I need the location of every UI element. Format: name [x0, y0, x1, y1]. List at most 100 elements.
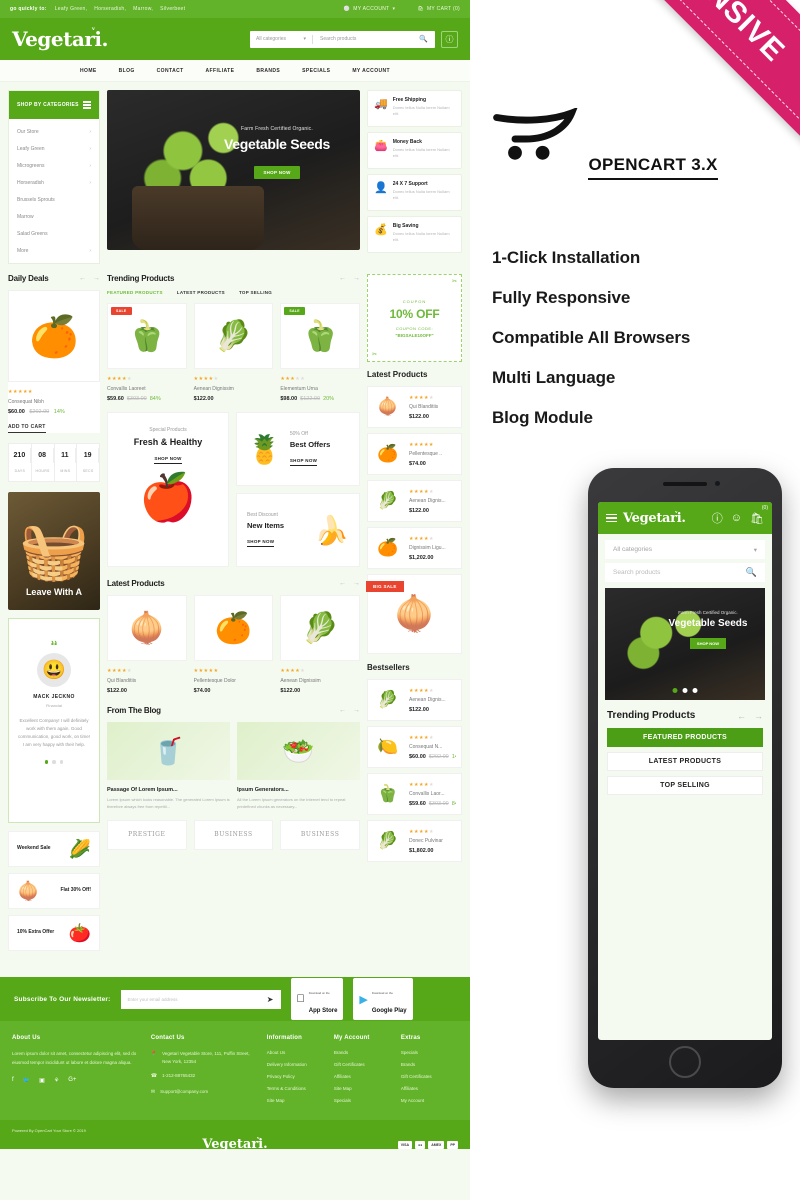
product-card[interactable]: 🧅 ★★★★★ Qui Blanditiis $122.00 [107, 595, 187, 694]
site-logo[interactable]: Vegetari. ᵥ [12, 22, 108, 51]
leave-with-smile-banner[interactable]: 🧺 Leave With A [8, 492, 100, 610]
search-icon[interactable]: 🔍 [746, 567, 757, 578]
list-item[interactable]: 🥬 ★★★★★ Aenean Dignis... $122.00 [367, 679, 462, 721]
my-cart-button[interactable]: 🛍 MY CART (0) [417, 6, 460, 12]
footer-link[interactable]: Gift Certificates [334, 1062, 391, 1067]
mobile-search-input[interactable]: Search products 🔍 [605, 563, 765, 582]
footer-link[interactable]: Brands [334, 1050, 391, 1055]
next-arrow-icon[interactable]: → [93, 275, 100, 282]
pinterest-icon[interactable]: ⚘ [54, 1077, 59, 1084]
google-play-badge[interactable]: ▶ Download on the Google Play [353, 978, 413, 1020]
product-card[interactable]: 🍊 ★★★★★ Pellentesque Dolor $74.00 [193, 595, 274, 694]
nav-item-brands[interactable]: BRANDS [256, 68, 280, 74]
user-icon[interactable]: ☺ [731, 512, 742, 524]
tab-latest-products[interactable]: LATEST PRODUCTS [177, 290, 225, 295]
dot[interactable] [682, 688, 688, 693]
mobile-hero-banner[interactable]: Farm Fresh Certified Organic. Vegetable … [605, 588, 765, 700]
footer-link[interactable]: Affiliates [401, 1086, 458, 1091]
brand-logo[interactable]: PRESTIGE [107, 819, 187, 850]
hero-shop-now-button[interactable]: SHOP NOW [254, 166, 300, 179]
tab-top-selling[interactable]: TOP SELLING [239, 290, 272, 295]
app-store-badge[interactable]:  Download on the App Store [290, 978, 344, 1020]
product-name[interactable]: Consequat N... [409, 744, 456, 750]
nav-item-home[interactable]: HOME [80, 68, 97, 74]
quick-link-horseradish[interactable]: Horseradish, [94, 6, 126, 12]
promo-weekend-sale[interactable]: Weekend Sale 🌽 [8, 831, 100, 867]
prev-arrow-icon[interactable]: ← [79, 275, 86, 282]
prev-arrow-icon[interactable]: ← [737, 711, 746, 721]
footer-link[interactable]: Site Map [267, 1098, 324, 1103]
category-select[interactable]: All categories ▾ [250, 36, 312, 42]
blog-post[interactable]: 🥤 Passage Of Lorem Ipsum... Lorem Ipsum … [107, 722, 230, 811]
product-card[interactable]: SALE 🫑 ★★★★★ Convallis Laoreet $59.60 $30… [107, 303, 187, 402]
coupon-card[interactable]: ✂ COUPON 10% OFF COUPON CODE: "BIGSALE10… [367, 274, 462, 362]
search-icon[interactable]: 🔍 [419, 35, 435, 43]
product-name[interactable]: Consequat Nibh [8, 399, 100, 405]
list-item[interactable]: 🥬 ★★★★★ Aenean Dignis... $122.00 [367, 480, 462, 522]
sidebar-item-marrow[interactable]: Marrow [9, 208, 99, 225]
product-name[interactable]: Aenean Dignissim [194, 386, 274, 392]
product-name[interactable]: Pellentesque Dolor [194, 678, 274, 684]
sidebar-item-microgreens[interactable]: Microgreens › [9, 157, 99, 174]
blog-title[interactable]: Ipsum Generators... [237, 787, 360, 793]
product-name[interactable]: Qui Blanditiis [107, 678, 187, 684]
nav-item-blog[interactable]: BLOG [119, 68, 135, 74]
product-name[interactable]: Pellentesque .. [409, 451, 456, 457]
info-button[interactable]: ⓘ [441, 30, 458, 48]
newsletter-input[interactable]: Enter your email address ➤ [120, 989, 281, 1009]
big-sale-banner[interactable]: BIG SALE 🧅 [366, 574, 462, 654]
dot[interactable] [692, 688, 698, 693]
info-icon[interactable]: ⓘ [712, 510, 723, 526]
google-plus-icon[interactable]: G+ [68, 1077, 76, 1084]
sidebar-item-our-store[interactable]: Our Store › [9, 123, 99, 140]
quick-link-silverbeet[interactable]: Silverbeet [160, 6, 185, 12]
list-item[interactable]: 🥬 ★★★★★ Donec Pulvinar $1,802.00 [367, 820, 462, 862]
footer-link[interactable]: Delivery Information [267, 1062, 324, 1067]
footer-link[interactable]: Specials [401, 1050, 458, 1055]
list-item[interactable]: 🍊 ★★★★★ Dignissim Ligu... $1,202.00 [367, 527, 462, 569]
hamburger-icon[interactable] [83, 101, 91, 109]
dot-active[interactable] [672, 688, 678, 693]
my-account-menu[interactable]: ⚪ MY ACCOUNT ▾ [344, 6, 396, 12]
nav-item-specials[interactable]: SPECIALS [302, 68, 330, 74]
shop-now-button[interactable]: SHOP NOW [289, 458, 318, 466]
next-arrow-icon[interactable]: → [754, 711, 763, 721]
list-item[interactable]: 🧅 ★★★★★ Qui Blanditiis $122.00 [367, 386, 462, 428]
product-name[interactable]: Aenean Dignissim [280, 678, 360, 684]
facebook-icon[interactable]: f [12, 1077, 14, 1084]
footer-logo[interactable]: Vegetari. ᵥ [202, 1134, 267, 1152]
send-icon[interactable]: ➤ [267, 995, 274, 1004]
list-item[interactable]: 🍊 ★★★★★ Pellentesque .. $74.00 [367, 433, 462, 475]
brand-logo[interactable]: BUSINESS [193, 819, 274, 850]
prev-arrow-icon[interactable]: ← [339, 275, 346, 282]
footer-link[interactable]: My Account [401, 1098, 458, 1103]
footer-link[interactable]: Privacy Policy [267, 1074, 324, 1079]
nav-item-my-account[interactable]: MY ACCOUNT [352, 68, 390, 74]
daily-deal-card[interactable]: 🍊 ★★★★★ Consequat Nibh $60.00 $202.00 14… [8, 290, 100, 433]
contact-email[interactable]: ✉ Support@company.com [151, 1088, 257, 1097]
prev-arrow-icon[interactable]: ← [339, 580, 346, 587]
sidebar-header[interactable]: SHOP BY CATEGORIES [9, 91, 99, 119]
sidebar-item-brussels-sprouts[interactable]: Brussels Sprouts [9, 191, 99, 208]
sidebar-item-leafy-green[interactable]: Leafy Green › [9, 140, 99, 157]
hamburger-icon[interactable] [606, 513, 617, 523]
shop-now-button[interactable]: SHOP NOW [154, 456, 182, 464]
product-card[interactable]: 🥬 ★★★★★ Aenean Dignissim $122.00 [193, 303, 274, 402]
next-arrow-icon[interactable]: → [353, 580, 360, 587]
promo-10-extra[interactable]: 10% Extra Offer 🍅 [8, 915, 100, 951]
footer-link[interactable]: Brands [401, 1062, 458, 1067]
quick-link-leafy-green[interactable]: Leafy Green, [55, 6, 88, 12]
banner-best-offers[interactable]: 🍍 50% Off Best Offers SHOP NOW [236, 412, 360, 486]
dot[interactable] [52, 760, 56, 764]
brand-logo[interactable]: BUSINESS [280, 819, 361, 850]
prev-arrow-icon[interactable]: ← [339, 707, 346, 714]
shop-now-button[interactable]: SHOP NOW [247, 539, 275, 547]
list-item[interactable]: 🍋 ★★★★★ Consequat N... $60.00$202.0014% [367, 726, 462, 768]
nav-item-contact[interactable]: CONTACT [157, 68, 184, 74]
instagram-icon[interactable]: ▣ [39, 1077, 45, 1084]
add-to-cart-button[interactable]: ADD TO CART [8, 424, 46, 433]
product-card[interactable]: SALE 🫑 ★★★★★ Elementum Urna $98.00 $122.0… [280, 303, 361, 402]
mobile-tab-top-selling[interactable]: TOP SELLING [607, 776, 763, 795]
dot-active[interactable] [44, 760, 49, 764]
sidebar-item-salad-greens[interactable]: Salad Greens [9, 225, 99, 242]
